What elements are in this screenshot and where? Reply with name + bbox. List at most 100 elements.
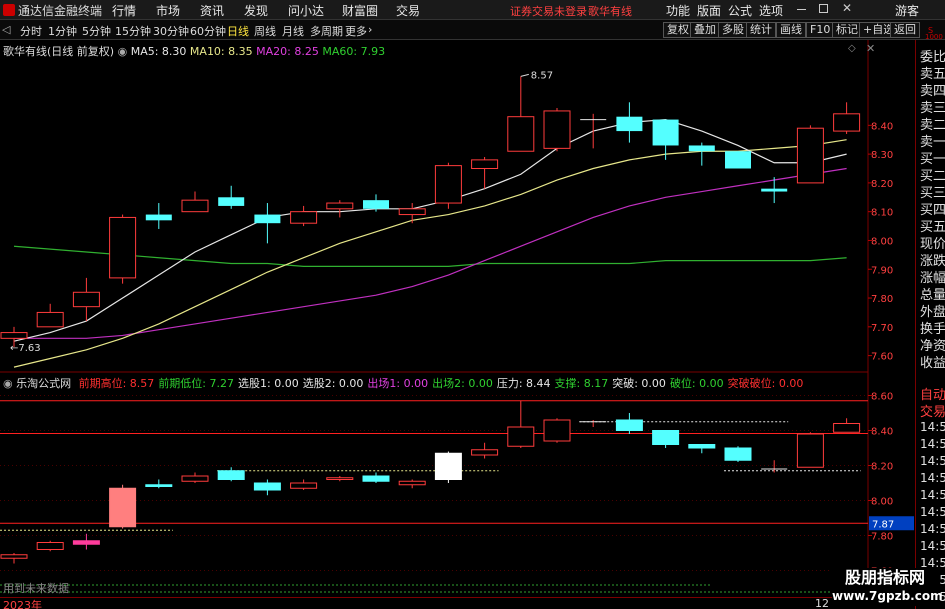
period-15min[interactable]: 15分钟 — [115, 23, 151, 39]
menu-item-wealth[interactable]: 财富圈 — [342, 2, 378, 19]
candle-up — [434, 165, 462, 204]
login-notice[interactable]: 证券交易未登录 — [510, 3, 587, 19]
sub-candle — [724, 447, 752, 461]
period-daily[interactable]: 日线 — [227, 23, 249, 39]
menu-item-trade[interactable]: 交易 — [396, 2, 420, 19]
period-1min[interactable]: 1分钟 — [48, 23, 77, 39]
kline-chart[interactable]: 8.40 8.30 8.20 8.10 8.00 7.90 7.80 7.70 7.60 8.60… — [0, 40, 915, 597]
candle-down — [363, 200, 389, 209]
back-button[interactable]: 返回 — [890, 22, 920, 38]
watermark-title: 股朋指标网 — [844, 568, 925, 587]
sub-candle — [253, 482, 281, 491]
quote-panel-time-5: 14:56 — [920, 505, 945, 519]
chart-settings-icon[interactable]: ◇ — [848, 43, 856, 54]
quote-panel-label-20[interactable]: 交易 — [920, 401, 945, 420]
indicator-3: 选股2: 0.00 — [302, 377, 364, 390]
candle-down — [688, 145, 715, 152]
chart-close-icon[interactable]: ✕ — [866, 42, 875, 55]
ma60-label: MA60: 7.93 — [322, 45, 386, 58]
candle-up — [36, 311, 64, 328]
period-60min[interactable]: 60分钟 — [190, 23, 226, 39]
draw-button[interactable]: 画线 — [776, 22, 806, 38]
stats-button[interactable]: 统计 — [746, 22, 776, 38]
indicator-10: 突破破位: 0.00 — [727, 377, 804, 390]
stock-name: 歌华有线 — [588, 5, 632, 18]
menu-item-market[interactable]: 市场 — [156, 2, 180, 19]
candle-up — [398, 208, 426, 216]
app-logo-icon — [3, 4, 15, 16]
candle-up — [471, 159, 499, 170]
menu-item-ask[interactable]: 问小达 — [288, 2, 324, 19]
main-tick-label: 8.40 — [871, 121, 893, 132]
overlay-button[interactable]: 叠加 — [690, 22, 720, 38]
sub-candle — [688, 444, 716, 449]
sub-candle — [471, 449, 499, 456]
restore-icon[interactable] — [819, 4, 828, 13]
indicator-0: 前期高位: 8.57 — [78, 377, 155, 390]
period-5min[interactable]: 5分钟 — [82, 23, 111, 39]
menu-item-discover[interactable]: 发现 — [244, 2, 268, 19]
ma-dot-icon: ◉ — [117, 45, 128, 58]
multi-stock-button[interactable]: 多股 — [718, 22, 748, 38]
adjust-button[interactable]: 复权 — [663, 22, 693, 38]
period-30min[interactable]: 30分钟 — [153, 23, 189, 39]
watermark-url: www.7gpzb.com — [832, 589, 943, 603]
high-label: 8.57 — [531, 70, 553, 81]
chevron-right-icon[interactable]: › — [368, 23, 372, 36]
main-chart-title: 歌华有线(日线 前复权) — [3, 45, 115, 58]
menu-item-formula[interactable]: 公式 — [728, 2, 752, 19]
sub-candle — [36, 542, 64, 550]
f10-button[interactable]: F10 — [806, 22, 835, 38]
sub-tick-label: 7.80 — [871, 532, 893, 543]
candle-up — [326, 202, 354, 210]
main-tick-label: 7.70 — [871, 323, 893, 334]
nav-left-icon[interactable]: ◁ — [2, 23, 10, 36]
app-title: 通达信金融终端 — [18, 4, 103, 18]
indicator-4: 出场1: 0.00 — [367, 377, 429, 390]
candle-up — [833, 113, 861, 132]
period-multi[interactable]: 多周期 — [310, 23, 343, 39]
candle-down — [145, 214, 172, 221]
sub-candle — [615, 419, 643, 431]
quote-panel-time-7: 14:56 — [920, 539, 945, 553]
ma10-label: MA10: 8.35 — [189, 45, 253, 58]
main-tick-label: 7.60 — [871, 352, 893, 363]
close-icon[interactable]: ✕ — [842, 1, 852, 15]
minimize-icon[interactable] — [797, 9, 806, 10]
menu-item-options[interactable]: 选项 — [759, 2, 783, 19]
panel-top-sublabel: 1000 — [925, 33, 943, 41]
guest-label[interactable]: 游客 — [895, 2, 919, 19]
menu-item-news[interactable]: 资讯 — [200, 2, 224, 19]
period-weekly[interactable]: 周线 — [254, 23, 276, 39]
quote-panel-time-3: 14:56 — [920, 471, 945, 485]
footer-text: 用到未来数据 — [3, 582, 69, 595]
candle-up — [796, 127, 824, 184]
menu-item-layout[interactable]: 版面 — [697, 2, 721, 19]
sub-candle — [0, 554, 28, 559]
period-monthly[interactable]: 月线 — [282, 23, 304, 39]
quote-panel-time-0: 14:56 — [920, 420, 945, 434]
indicator-5: 出场2: 0.00 — [432, 377, 493, 390]
period-more[interactable]: 更多 — [345, 23, 367, 39]
indicator-1: 前期低位: 7.27 — [158, 377, 235, 390]
period-timeshare[interactable]: 分时 — [20, 23, 42, 39]
cursor-value: 7.87 — [872, 519, 894, 530]
sub-chart-header: ◉ 乐淘公式网 前期高位: 8.57 前期低位: 7.27 选股1: 0.00 选股2… — [3, 375, 803, 391]
main-chart-header: 歌华有线(日线 前复权) ◉ MA5: 8.30 MA10: 8.35 MA20… — [3, 43, 385, 59]
sub-candle — [434, 452, 462, 480]
candle-up — [543, 110, 571, 149]
main-tick-label: 7.80 — [871, 294, 893, 305]
menu-item-function[interactable]: 功能 — [666, 2, 690, 19]
mark-button[interactable]: 标记 — [832, 22, 862, 38]
watermark: 股朋指标网 www.7gpzb.com — [832, 568, 943, 606]
candle-up — [290, 211, 318, 224]
candle-up — [507, 116, 535, 152]
sub-candle — [290, 482, 318, 489]
ma20-label: MA20: 8.25 — [256, 45, 319, 58]
menu-item-quotes[interactable]: 行情 — [112, 2, 136, 19]
quote-panel-time-1: 14:56 — [920, 437, 945, 451]
candle-down — [218, 197, 245, 206]
indicator-8: 突破: 0.00 — [612, 377, 666, 390]
candle-down — [652, 119, 679, 146]
quote-panel-label-18[interactable]: 收益 — [920, 352, 945, 371]
